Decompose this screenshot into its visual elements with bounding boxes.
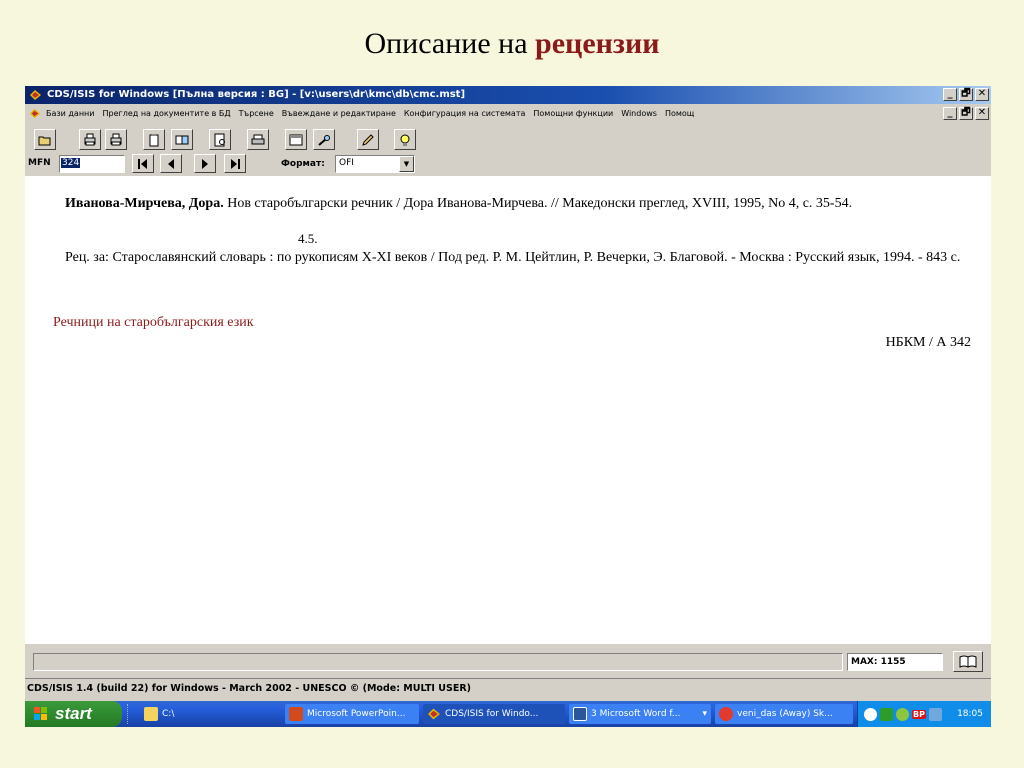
cdsisis-icon	[428, 708, 440, 720]
record-citation: Иванова-Мирчева, Дора. Нов старобългарск…	[33, 194, 973, 213]
system-tray: BP 18:05	[857, 701, 991, 727]
record-display: Иванова-Мирчева, Дора. Нов старобългарск…	[25, 176, 991, 644]
last-record-icon	[231, 158, 240, 169]
next-record-button[interactable]	[194, 154, 216, 173]
app-info-bar: CDS/ISIS 1.4 (build 22) for Windows - Ma…	[25, 678, 991, 698]
cdsisis-app-icon	[30, 90, 41, 100]
toolbar	[25, 126, 991, 152]
window-restore-button[interactable]: 🗗	[959, 88, 973, 101]
book-button[interactable]	[953, 651, 983, 672]
printer-icon	[251, 134, 265, 144]
preview-button[interactable]	[209, 129, 231, 150]
windows-flag-icon	[34, 707, 47, 720]
document-system-icon[interactable]	[29, 108, 41, 119]
menu-databases[interactable]: Бази данни	[42, 109, 98, 118]
quick-launch-divider	[127, 704, 133, 724]
pencil-icon	[362, 133, 374, 146]
record-navbar: MFN 324 Формат: OFI ▼	[25, 153, 991, 175]
previous-record-button[interactable]	[160, 154, 182, 173]
clipboard-icon	[149, 133, 159, 146]
taskbar-item-word[interactable]: 3 Microsoft Word f... ▾	[569, 704, 711, 724]
network-icon[interactable]	[880, 707, 893, 721]
doc-minimize-button[interactable]: _	[943, 107, 957, 120]
slide-title-plain: Описание на	[364, 27, 536, 60]
menu-help[interactable]: Помощ	[661, 109, 698, 118]
record-subject: Речници на старобългарския език	[53, 315, 254, 330]
lightbulb-icon	[400, 134, 410, 146]
last-record-button[interactable]	[224, 154, 246, 173]
print-rtf-button[interactable]	[105, 129, 127, 150]
print-txt-button[interactable]	[79, 129, 101, 150]
open-database-button[interactable]	[34, 129, 56, 150]
format-select[interactable]: OFI ▼	[335, 155, 415, 173]
tip-button[interactable]	[394, 129, 416, 150]
record-review-of: Рец. за: Старославянский словарь : по ру…	[65, 250, 961, 265]
folder-icon	[144, 707, 158, 721]
chevron-down-icon[interactable]: ▼	[399, 156, 414, 172]
wrench-icon	[318, 134, 330, 146]
slide-title-highlight: рецензии	[535, 27, 660, 60]
folder-open-icon	[38, 136, 51, 145]
mfn-input[interactable]: 324	[59, 155, 125, 173]
start-label: start	[55, 704, 92, 723]
mfn-label: MFN	[28, 158, 51, 168]
clock[interactable]: 18:05	[957, 709, 983, 719]
taskbar-item-skype[interactable]: veni_das (Away) Sk...	[715, 704, 853, 724]
first-record-icon	[138, 158, 147, 169]
menu-browse[interactable]: Преглед на документите в БД	[98, 109, 234, 118]
window-close-button[interactable]: ✕	[975, 88, 989, 101]
print-button[interactable]	[247, 129, 269, 150]
skype-icon	[719, 707, 733, 721]
first-record-button[interactable]	[132, 154, 154, 173]
printer-rtf-icon	[110, 133, 122, 145]
taskbar-item-powerpoint[interactable]: Microsoft PowerPoin...	[285, 704, 419, 724]
copy-icon	[175, 135, 189, 144]
word-icon	[573, 707, 587, 721]
clipboard-button[interactable]	[143, 129, 165, 150]
windows-taskbar: start C:\ Microsoft PowerPoin... CDS/ISI…	[25, 701, 991, 727]
status-field	[33, 653, 843, 671]
menu-edit[interactable]: Въвеждане и редактиране	[278, 109, 400, 118]
menubar: Бази данни Преглед на документите в БД Т…	[25, 104, 991, 122]
doc-close-button[interactable]: ✕	[975, 107, 989, 120]
format-label: Формат:	[281, 159, 325, 169]
document-preview-icon	[214, 133, 225, 146]
record-number: 4.5.	[298, 231, 318, 246]
record-author: Иванова-Мирчева, Дора.	[65, 196, 224, 211]
menu-search[interactable]: Търсене	[235, 109, 278, 118]
copy-record-button[interactable]	[171, 129, 193, 150]
next-icon	[202, 158, 208, 169]
printer-txt-icon	[84, 133, 96, 145]
form-icon	[289, 134, 303, 145]
powerpoint-icon	[289, 707, 303, 721]
start-button[interactable]: start	[25, 701, 122, 727]
status-row: MAX: 1155	[25, 648, 991, 676]
book-icon	[959, 655, 977, 668]
group-arrow-icon: ▾	[702, 709, 707, 719]
window-minimize-button[interactable]: _	[943, 88, 957, 101]
taskbar-item-cdsisis[interactable]: CDS/ISIS for Windo...	[423, 704, 565, 724]
tray-expand-icon[interactable]	[864, 707, 877, 721]
format-value: OFI	[339, 158, 354, 168]
window-title: CDS/ISIS for Windows [Пълна версия : BG]…	[47, 89, 466, 100]
menu-windows[interactable]: Windows	[617, 109, 661, 118]
menu-utilities[interactable]: Помощни функции	[529, 109, 617, 118]
record-citation-text: Нов старобългарски речник / Дора Иванова…	[223, 196, 853, 211]
cdsisis-window: CDS/ISIS for Windows [Пълна версия : BG]…	[25, 86, 991, 727]
security-shield-icon[interactable]	[896, 707, 909, 721]
mfn-value: 324	[61, 158, 81, 168]
form-button[interactable]	[285, 129, 307, 150]
window-titlebar[interactable]: CDS/ISIS for Windows [Пълна версия : BG]…	[25, 86, 991, 104]
max-records-field: MAX: 1155	[847, 653, 943, 671]
display-icon[interactable]	[928, 707, 942, 721]
edit-button[interactable]	[357, 129, 379, 150]
keyboard-language-indicator[interactable]: BP	[912, 709, 926, 719]
previous-icon	[168, 158, 174, 169]
taskbar-item-explorer[interactable]: C:\	[140, 704, 280, 724]
doc-restore-button[interactable]: 🗗	[959, 107, 973, 120]
menu-config[interactable]: Конфигурация на системата	[400, 109, 530, 118]
record-shelfmark: НБКМ / А 342	[885, 335, 971, 350]
slide-title: Описание на рецензии	[0, 27, 1024, 61]
tools-button[interactable]	[313, 129, 335, 150]
